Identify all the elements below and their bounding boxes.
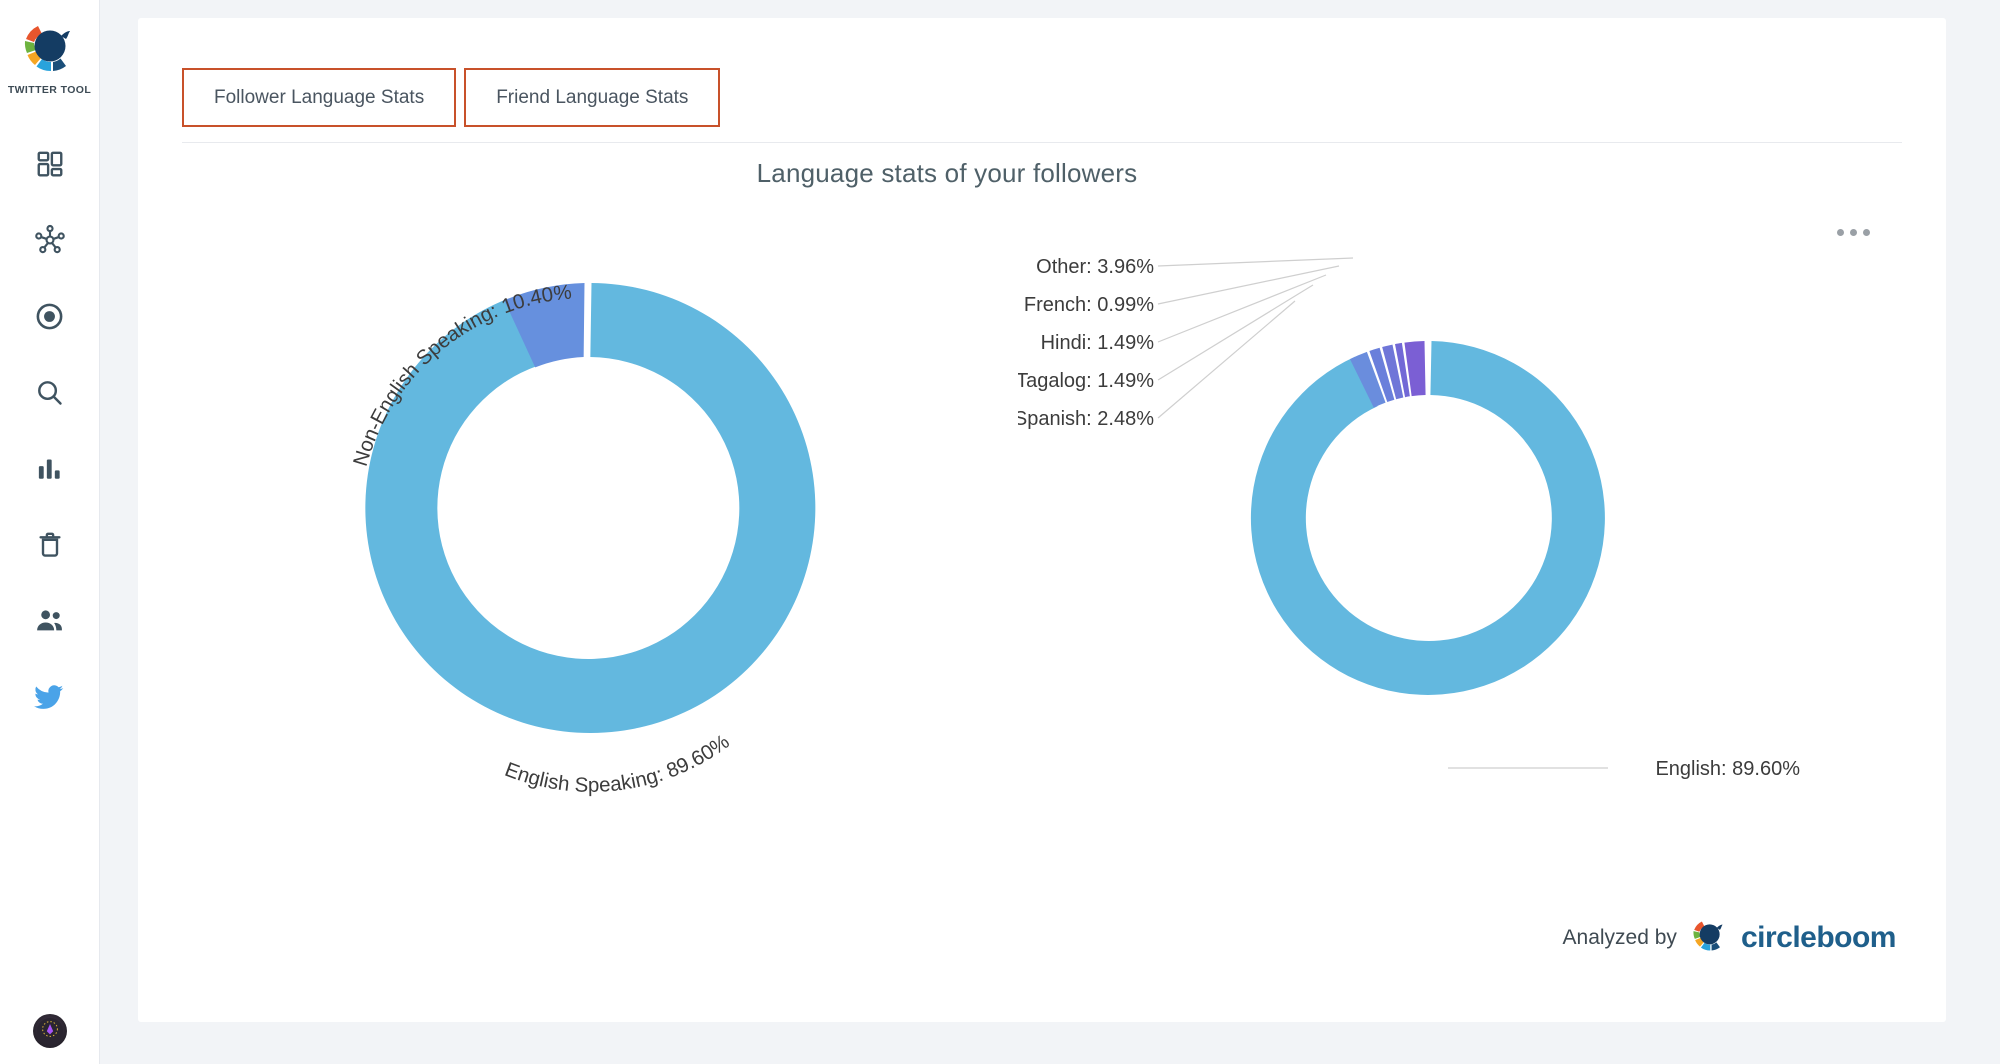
donut-slices [1251,341,1605,695]
avatar-wrap[interactable] [0,1014,99,1048]
bar-chart-icon [35,454,64,483]
target-icon [34,301,65,332]
avatar[interactable] [33,1014,67,1048]
twitter-bird-icon [33,680,66,713]
network-share-icon [34,224,66,256]
slice-label-tagalog: Tagalog: 1.49% [1018,370,1154,392]
slice-label-english: English: 89.60% [1655,758,1800,780]
brand-label: TWITTER TOOL [8,84,91,96]
sidebar: TWITTER TOOL [0,0,100,1064]
tab-divider [182,142,1902,143]
tab-bar: Follower Language Stats Friend Language … [182,68,720,127]
slice-label-french: French: 0.99% [1024,294,1154,316]
circleboom-logo-icon [18,16,80,78]
footer-brand: Analyzed by circleboo [1563,915,1896,960]
sidebar-item-twitter[interactable] [0,658,99,734]
follower-language-donut[interactable]: Other: 3.96% French: 0.99% Hindi: 1.49% … [1018,208,1858,828]
slice-label-english-speaking: English Speaking: 89.60% [502,730,734,797]
main-content: Follower Language Stats Friend Language … [100,0,2000,1064]
users-icon [34,605,65,636]
content-card: Follower Language Stats Friend Language … [138,18,1946,1022]
circleboom-logo-icon [1689,915,1729,960]
sidebar-item-users[interactable] [0,582,99,658]
slice-label-spanish: Spanish: 2.48% [1018,408,1154,430]
slice-label-hindi: Hindi: 1.49% [1041,332,1155,354]
sidebar-item-search[interactable] [0,354,99,430]
donut-slice-english[interactable] [1251,341,1605,695]
sidebar-item-cleanup[interactable] [0,506,99,582]
leader-hindi [1158,275,1326,342]
leader-lines [1158,258,1608,768]
tab-friend-language-stats[interactable]: Friend Language Stats [464,68,720,127]
leader-other [1158,258,1353,266]
slice-label-other: Other: 3.96% [1036,256,1154,278]
sidebar-item-dashboard[interactable] [0,126,99,202]
tab-follower-language-stats[interactable]: Follower Language Stats [182,68,456,127]
circleboom-wordmark: circleboom [1741,921,1896,955]
sidebar-item-target[interactable] [0,278,99,354]
charts-area: Non-English Speaking: 10.40% English Spe… [138,168,1946,848]
dashboard-grid-icon [35,149,65,179]
sidebar-nav [0,126,99,734]
brand[interactable]: TWITTER TOOL [8,16,91,96]
app-root: TWITTER TOOL [0,0,2000,1064]
leader-spanish [1158,301,1295,418]
trash-icon [35,529,65,559]
sidebar-item-network[interactable] [0,202,99,278]
leader-french [1158,266,1339,304]
analyzed-by-label: Analyzed by [1563,926,1677,950]
search-icon [34,377,65,408]
follower-speaking-donut[interactable]: Non-English Speaking: 10.40% English Spe… [288,208,888,828]
slice-labels: Other: 3.96% French: 0.99% Hindi: 1.49% … [1018,256,1800,780]
sidebar-item-analytics[interactable] [0,430,99,506]
